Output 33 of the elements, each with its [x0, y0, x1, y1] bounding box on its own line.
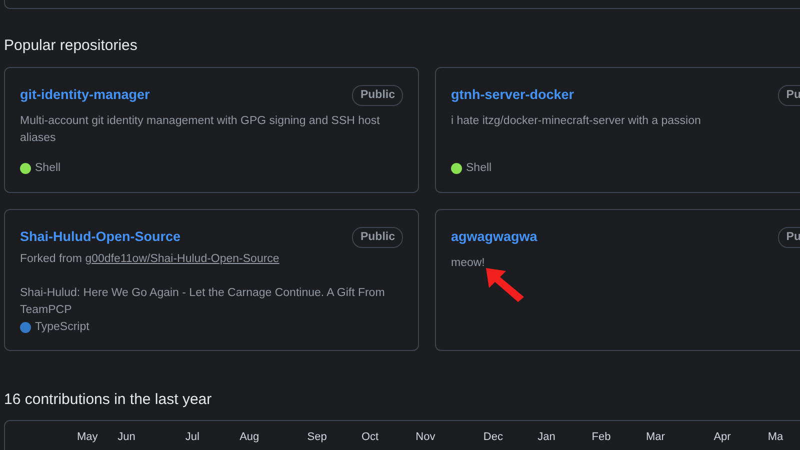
month-label: Feb [592, 430, 611, 444]
repository-description: i hate itzg/docker-minecraft-server with a passion [451, 114, 702, 129]
repository-description: Multi-account git identity management with GPG signing and SSH host aliases [20, 114, 381, 146]
repository-link[interactable]: Shai-Hulud-Open-Source [20, 227, 181, 248]
month-label: Mar [646, 430, 665, 444]
language-label: Shell [35, 161, 61, 176]
month-label: Jan [538, 430, 556, 444]
fork-source-link[interactable]: g00dfe11ow/Shai-Hulud-Open-Source [85, 252, 280, 265]
visibility-label: Pu [778, 84, 800, 106]
repository-description: Shai-Hulud: Here We Go Again - Let the Carnage Continue. A Gift From TeamPCP [20, 286, 386, 318]
repository-link[interactable]: agwagwagwa [451, 227, 538, 248]
repository-link[interactable]: gtnh-server-docker [451, 85, 574, 106]
month-label: Apr [714, 430, 731, 444]
month-label: Jun [118, 430, 136, 444]
month-label: Nov [416, 430, 436, 444]
month-label: Ma [768, 430, 784, 444]
contributions-title: 16 contributions in the last year [4, 390, 213, 410]
month-label: Oct [361, 430, 379, 444]
section-title: Popular repositories [4, 36, 138, 56]
month-label: Aug [240, 430, 260, 444]
language-label: Shell [466, 161, 492, 176]
month-label: Jul [185, 430, 200, 444]
repository-link[interactable]: git-identity-manager [20, 85, 150, 106]
fork-label: Forked from [20, 252, 83, 265]
month-label: Sep [307, 430, 327, 444]
repository-description: meow! [451, 256, 486, 271]
annotation-arrow [484, 266, 526, 304]
visibility-label: Public [352, 84, 403, 106]
month-label: May [77, 430, 98, 444]
visibility-label: Public [352, 226, 403, 248]
language-label: TypeScript [35, 320, 90, 335]
visibility-label: Pu [778, 226, 800, 248]
month-label: Dec [483, 430, 503, 444]
